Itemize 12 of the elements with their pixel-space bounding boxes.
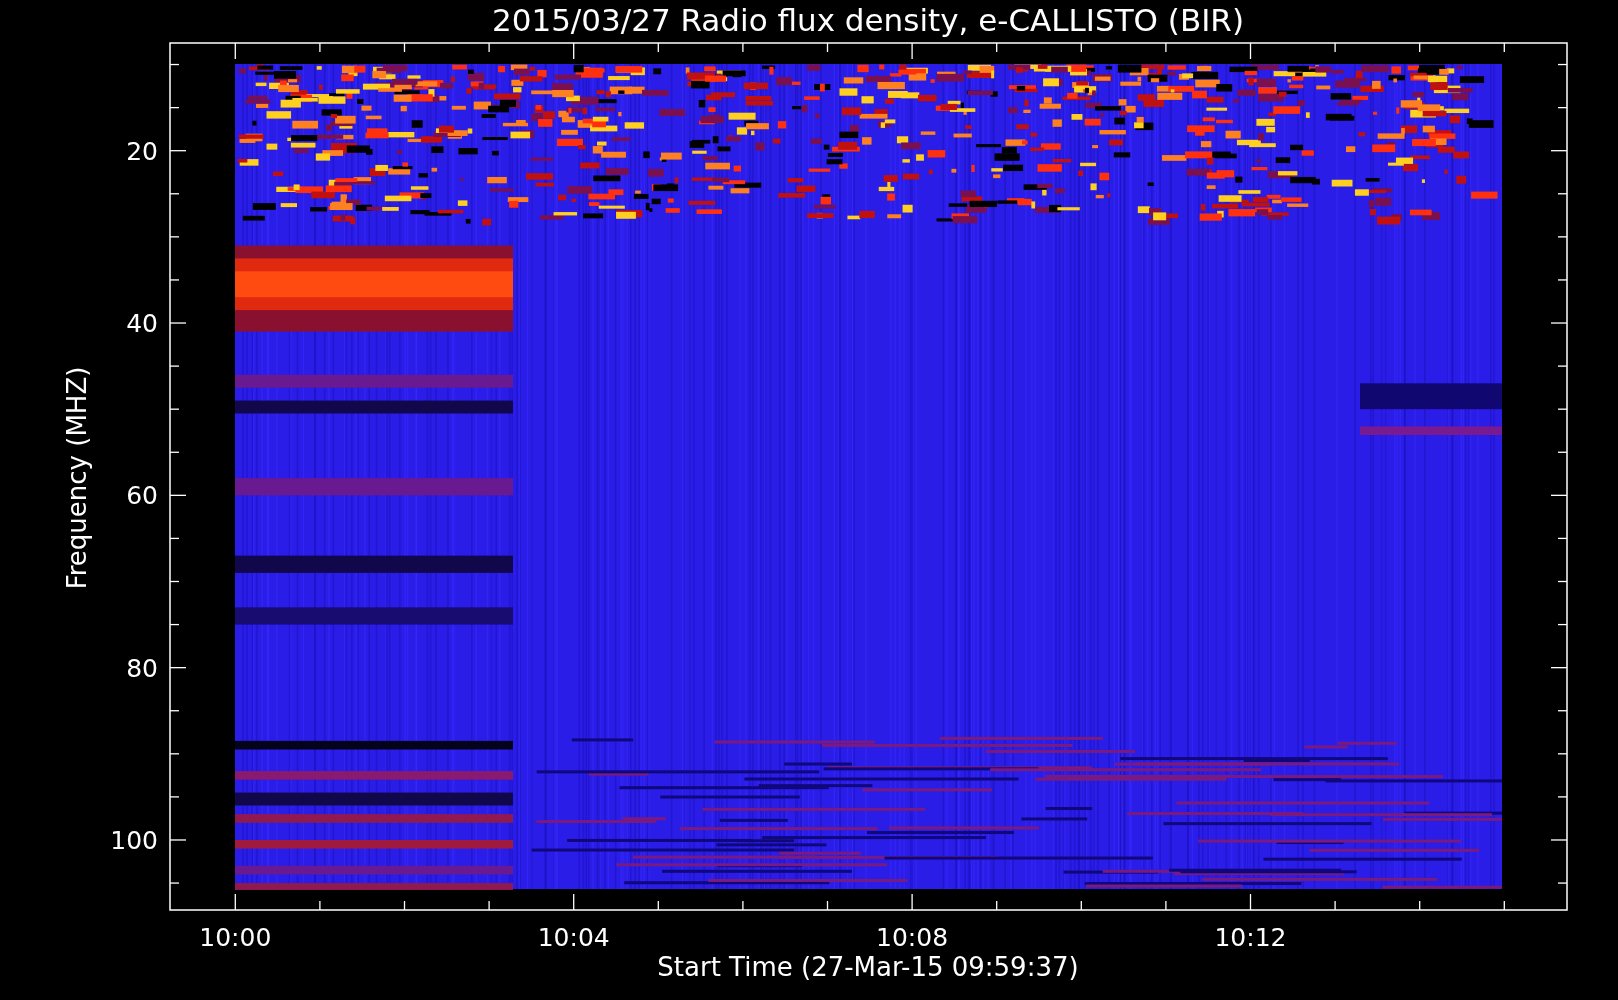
x-tick-label: 10:12 <box>1214 923 1287 952</box>
chart-title: 2015/03/27 Radio flux density, e-CALLISTO (BIR) <box>492 2 1244 38</box>
y-tick-label: 40 <box>126 309 158 338</box>
y-axis-label: Frequency (MHZ) <box>62 366 92 590</box>
y-tick-label: 100 <box>110 826 158 855</box>
x-axis-label: Start Time (27-Mar-15 09:59:37) <box>657 952 1079 982</box>
y-tick-label: 20 <box>126 136 158 166</box>
x-tick-label: 10:08 <box>876 923 949 952</box>
x-tick-label: 10:04 <box>537 923 610 952</box>
y-tick-label: 60 <box>126 481 158 511</box>
y-tick-label: 80 <box>126 653 158 683</box>
x-tick-label: 10:00 <box>199 923 272 952</box>
